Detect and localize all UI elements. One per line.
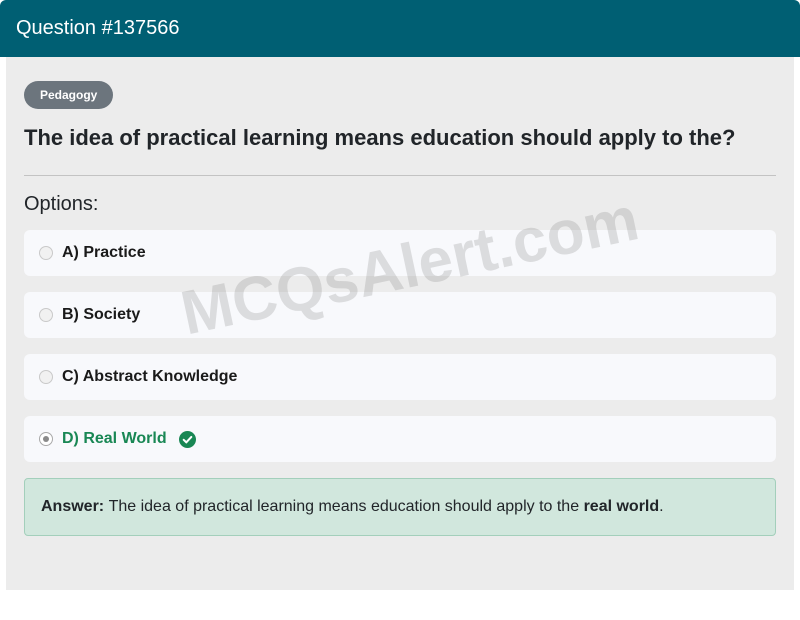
check-circle-icon <box>178 430 196 448</box>
answer-content: Answer: The idea of practical learning m… <box>41 498 664 516</box>
card-header: Question #137566 <box>0 0 800 57</box>
question-card: Question #137566 Pedagogy The idea of pr… <box>0 0 800 590</box>
card-body: Pedagogy The idea of practical learning … <box>6 57 794 590</box>
option-label: C) Abstract Knowledge <box>62 368 238 385</box>
question-number-title: Question #137566 <box>16 17 180 39</box>
option-c[interactable]: C) Abstract Knowledge <box>24 354 776 400</box>
option-b[interactable]: B) Society <box>24 292 776 338</box>
option-label: A) Practice <box>62 244 146 261</box>
options-list: A) Practice B) Society C) Abstract Knowl… <box>24 230 776 462</box>
category-badge[interactable]: Pedagogy <box>24 81 114 109</box>
answer-highlight: real world <box>583 498 660 515</box>
radio-button[interactable] <box>39 246 53 260</box>
answer-box: Answer: The idea of practical learning m… <box>24 478 776 536</box>
answer-text: The idea of practical learning means edu… <box>108 498 580 515</box>
option-a[interactable]: A) Practice <box>24 230 776 276</box>
divider <box>24 175 776 176</box>
option-label: B) Society <box>62 306 141 323</box>
answer-suffix: . <box>659 498 664 515</box>
answer-prefix: Answer: <box>41 498 105 515</box>
radio-button[interactable] <box>39 370 53 384</box>
radio-button-selected[interactable] <box>39 432 53 446</box>
option-label: D) Real World <box>62 430 167 447</box>
question-text: The idea of practical learning means edu… <box>24 125 736 150</box>
options-heading: Options: <box>24 193 99 215</box>
option-d[interactable]: D) Real World <box>24 416 776 462</box>
radio-button[interactable] <box>39 308 53 322</box>
